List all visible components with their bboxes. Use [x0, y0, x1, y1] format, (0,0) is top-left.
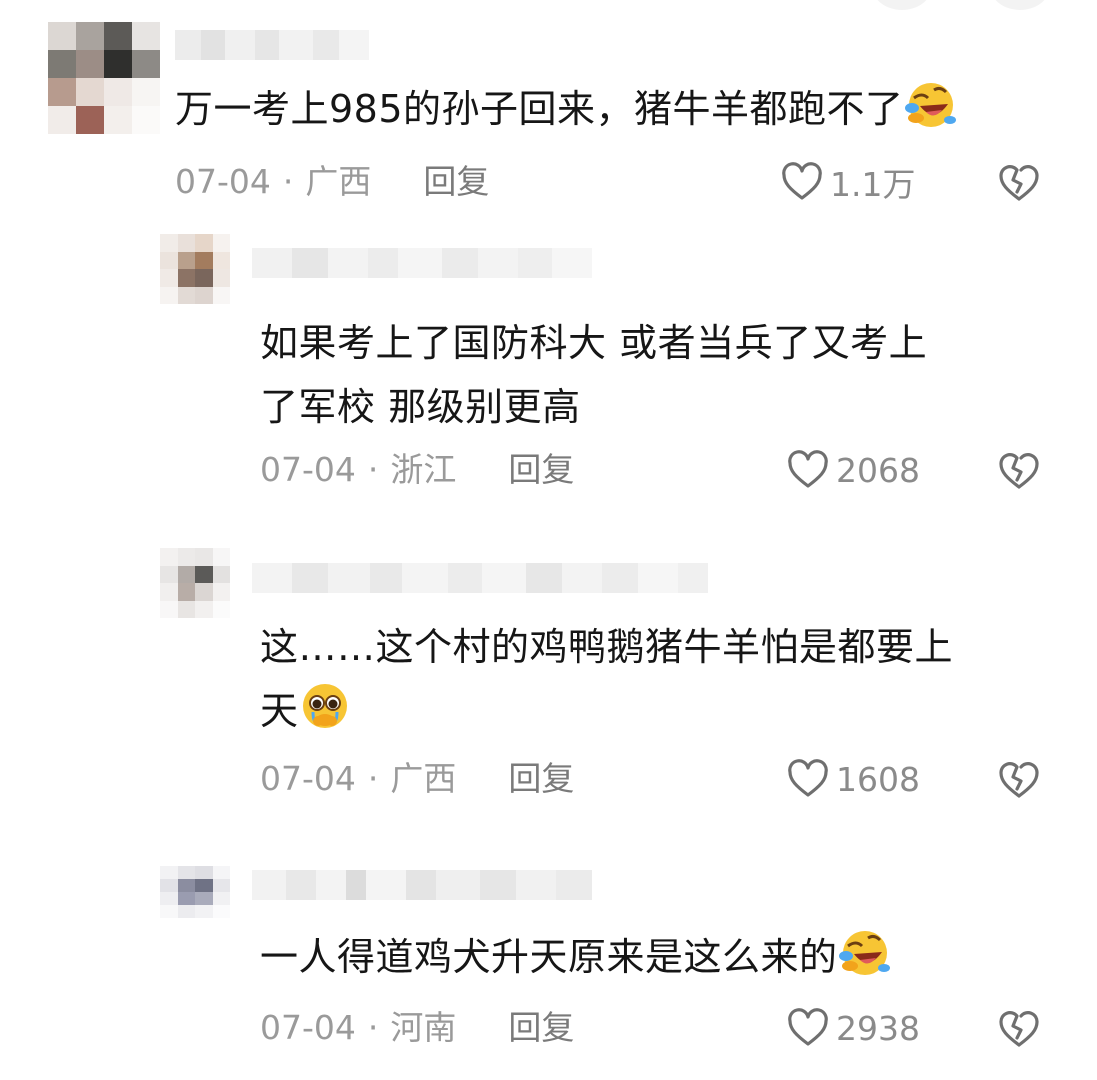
comment-text-line: 这……这个村的鸡鸭鹅猪牛羊怕是都要上	[260, 625, 954, 669]
meta-dot: ·	[367, 450, 379, 489]
reply-button[interactable]: 回复	[508, 1007, 574, 1049]
like-button[interactable]: 2068	[786, 449, 920, 491]
comment-location: 广西	[305, 162, 372, 201]
comment-date: 07-04	[260, 450, 356, 489]
rolling-on-floor-laughing-emoji	[904, 83, 956, 127]
comment-location: 河南	[390, 1008, 457, 1047]
meta-dot: ·	[367, 1008, 379, 1047]
like-button[interactable]: 2938	[786, 1007, 920, 1049]
broken-heart-icon[interactable]	[996, 161, 1042, 203]
username[interactable]	[252, 563, 708, 593]
comment-meta: 07-04 · 浙江 回复	[260, 449, 574, 491]
comment-text: 一人得道鸡犬升天原来是这么来的	[260, 926, 1070, 988]
reply-button[interactable]: 回复	[508, 449, 574, 491]
heart-outline-icon	[788, 450, 828, 488]
top-partial-button	[872, 0, 932, 10]
comment-text-line: 了军校 那级别更高	[260, 385, 581, 429]
broken-heart-icon[interactable]	[996, 758, 1042, 800]
comment-date: 07-04	[175, 162, 271, 201]
rolling-on-floor-laughing-emoji	[838, 931, 890, 975]
broken-heart-icon[interactable]	[996, 1007, 1042, 1049]
comment-date: 07-04	[260, 759, 356, 798]
meta-dot: ·	[367, 759, 379, 798]
heart-outline-icon	[788, 759, 828, 797]
heart-outline-icon	[782, 162, 822, 200]
like-count: 2068	[836, 450, 920, 490]
pleading-face-emoji	[302, 684, 347, 728]
username[interactable]	[175, 30, 369, 60]
comment-location: 浙江	[390, 450, 457, 489]
avatar[interactable]	[160, 548, 230, 618]
meta-dot: ·	[282, 162, 294, 201]
top-partial-button	[990, 0, 1050, 10]
avatar[interactable]	[160, 866, 230, 918]
username[interactable]	[252, 870, 592, 900]
like-count: 1608	[836, 759, 920, 799]
comment-meta: 07-04 · 广西 回复	[175, 161, 489, 203]
comment-text-line: 如果考上了国防科大 或者当兵了又考上	[260, 321, 928, 365]
comment-text-line: 天	[260, 680, 1070, 742]
comment-meta: 07-04 · 河南 回复	[260, 1007, 574, 1049]
like-button[interactable]: 1608	[786, 758, 920, 800]
comment-meta: 07-04 · 广西 回复	[260, 758, 574, 800]
like-count: 2938	[836, 1008, 920, 1048]
heart-outline-icon	[788, 1008, 828, 1046]
comment-date: 07-04	[260, 1008, 356, 1047]
avatar[interactable]	[48, 22, 160, 134]
avatar[interactable]	[160, 234, 230, 304]
reply-button[interactable]: 回复	[423, 161, 489, 203]
broken-heart-icon[interactable]	[996, 449, 1042, 491]
comment-text: 万一考上985的孙子回来，猪牛羊都跑不了	[175, 78, 1065, 140]
comment-text: 这……这个村的鸡鸭鹅猪牛羊怕是都要上 天	[260, 616, 1070, 742]
like-button[interactable]: 1.1万	[780, 161, 916, 204]
like-count: 1.1万	[830, 165, 916, 204]
comment-text: 如果考上了国防科大 或者当兵了又考上 了军校 那级别更高	[260, 312, 1070, 438]
username[interactable]	[252, 248, 592, 278]
comment-location: 广西	[390, 759, 457, 798]
reply-button[interactable]: 回复	[508, 758, 574, 800]
